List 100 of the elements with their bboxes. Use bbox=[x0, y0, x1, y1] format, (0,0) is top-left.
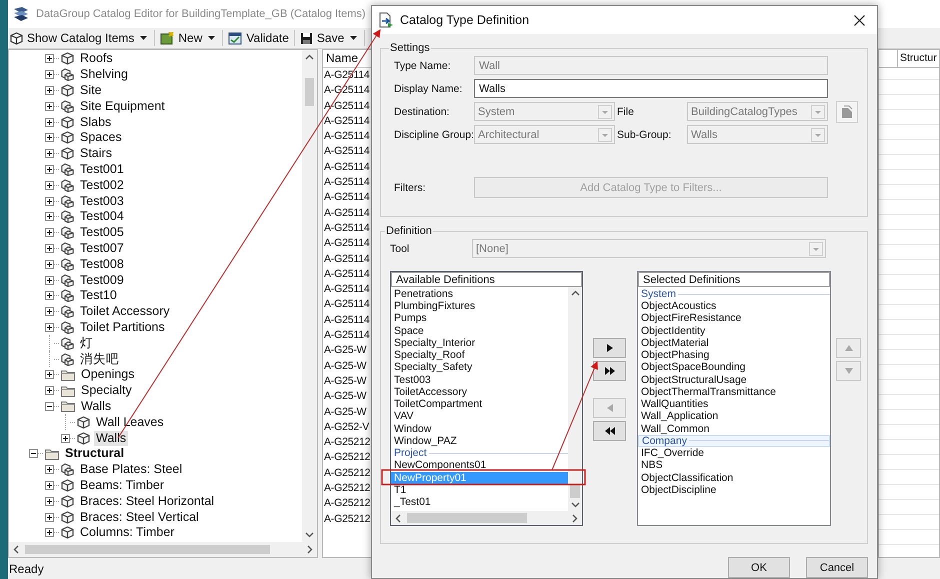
list-item[interactable]: T1 bbox=[391, 484, 568, 496]
list-item[interactable]: Wall_Common bbox=[638, 422, 830, 435]
expand-toggle[interactable] bbox=[45, 322, 54, 332]
tree-item[interactable]: Walls bbox=[94, 430, 128, 446]
expand-toggle[interactable] bbox=[45, 480, 54, 490]
horizontal-scrollbar[interactable] bbox=[391, 511, 582, 525]
list-item[interactable]: ObjectFireResistance bbox=[638, 312, 830, 325]
group-header[interactable]: System bbox=[638, 288, 830, 300]
tree-item[interactable]: Test009 bbox=[78, 272, 126, 288]
list-item[interactable]: WallQuantities bbox=[638, 398, 830, 410]
tree-item[interactable]: Columns: Timber bbox=[78, 525, 176, 540]
expand-toggle[interactable] bbox=[61, 434, 70, 443]
move-button[interactable] bbox=[593, 361, 626, 381]
close-icon[interactable] bbox=[854, 14, 865, 26]
group-header[interactable]: Company bbox=[638, 434, 830, 448]
vertical-scrollbar[interactable] bbox=[302, 50, 317, 542]
list-item[interactable]: ObjectDiscipline bbox=[638, 484, 830, 496]
dialog-button[interactable]: OK bbox=[728, 557, 790, 578]
expand-toggle[interactable] bbox=[45, 102, 54, 111]
toolbar-button[interactable]: New bbox=[158, 29, 204, 47]
list-item[interactable]: NewComponents01 bbox=[391, 459, 568, 472]
horizontal-scrollbar[interactable] bbox=[9, 542, 317, 557]
tree-item[interactable]: Test004 bbox=[78, 209, 126, 224]
dialog-button[interactable]: Cancel bbox=[806, 557, 868, 578]
list-item[interactable]: Window_PAZ bbox=[391, 434, 568, 448]
list-item[interactable]: ObjectAcoustics bbox=[638, 300, 830, 312]
list-item[interactable]: Specialty_Roof bbox=[391, 349, 568, 362]
expand-toggle[interactable] bbox=[45, 244, 54, 253]
expand-toggle[interactable] bbox=[45, 54, 54, 64]
tree-item[interactable]: Openings bbox=[79, 367, 137, 382]
list-item[interactable]: VAV bbox=[391, 410, 568, 423]
expand-toggle[interactable] bbox=[45, 149, 54, 158]
list-item[interactable]: NBS bbox=[638, 459, 830, 472]
expand-toggle[interactable] bbox=[45, 164, 54, 174]
toolbar-button[interactable]: Save bbox=[298, 29, 346, 47]
tree-item[interactable]: Specialty bbox=[79, 383, 134, 398]
expand-toggle[interactable] bbox=[45, 307, 54, 316]
tree-item[interactable]: Site bbox=[78, 82, 104, 98]
list-item[interactable]: ObjectStructuralUsage bbox=[638, 374, 830, 386]
vertical-scrollbar[interactable] bbox=[568, 287, 582, 511]
list-item[interactable]: ToiletAccessory bbox=[391, 386, 568, 398]
list-item[interactable]: ObjectClassification bbox=[638, 472, 830, 484]
expand-toggle[interactable] bbox=[45, 133, 54, 142]
list-item[interactable]: ObjectSpaceBounding bbox=[638, 361, 830, 374]
list-item[interactable]: ToiletCompartment bbox=[391, 398, 568, 410]
expand-toggle[interactable] bbox=[45, 212, 54, 222]
collapse-toggle[interactable] bbox=[45, 402, 54, 411]
expand-toggle[interactable] bbox=[45, 276, 54, 285]
list-item[interactable]: PlumbingFixtures bbox=[391, 300, 568, 312]
expand-toggle[interactable] bbox=[45, 196, 54, 206]
expand-toggle[interactable] bbox=[45, 528, 54, 538]
tree-item[interactable]: Structural bbox=[63, 446, 126, 462]
tree-item[interactable]: 灯 bbox=[78, 336, 95, 351]
expand-toggle[interactable] bbox=[45, 70, 54, 80]
expand-toggle[interactable] bbox=[45, 386, 54, 396]
column-header[interactable]: Structur bbox=[898, 50, 937, 67]
text-field[interactable]: Walls bbox=[474, 79, 828, 98]
scrollbar-thumb[interactable] bbox=[25, 545, 270, 554]
list-item[interactable]: ObjectThermalTransmittance bbox=[638, 386, 830, 398]
expand-toggle[interactable] bbox=[45, 291, 54, 300]
list-item[interactable]: ObjectPhasing bbox=[638, 349, 830, 362]
tree-item[interactable]: Test002 bbox=[78, 178, 126, 193]
tree-item[interactable]: Base Plates: Steel bbox=[78, 462, 184, 478]
tree-item[interactable]: Test10 bbox=[78, 288, 119, 304]
group-header[interactable]: Project bbox=[391, 447, 568, 460]
tree-item[interactable]: Beams: Timber bbox=[78, 478, 166, 493]
tree-item[interactable]: Test007 bbox=[78, 240, 126, 256]
move-button[interactable] bbox=[593, 421, 626, 441]
tree-item[interactable]: Test005 bbox=[78, 225, 126, 240]
tree-item[interactable]: Test003 bbox=[78, 194, 126, 209]
list-item[interactable]: ObjectIdentity bbox=[638, 324, 830, 337]
list-item[interactable]: Pumps bbox=[391, 312, 568, 325]
tree-item[interactable]: Toilet Partitions bbox=[78, 320, 167, 335]
tree-item[interactable]: Stairs bbox=[78, 146, 114, 162]
list-item[interactable]: Specialty_Interior bbox=[391, 336, 568, 350]
scrollbar-thumb[interactable] bbox=[407, 513, 527, 523]
collapse-toggle[interactable] bbox=[29, 449, 38, 458]
tree-item[interactable]: Roofs bbox=[78, 51, 115, 66]
list-item[interactable]: Penetrations bbox=[391, 288, 568, 300]
list-item[interactable]: Specialty_Safety bbox=[391, 361, 568, 374]
expand-toggle[interactable] bbox=[45, 228, 54, 238]
list-item[interactable]: Window bbox=[391, 422, 568, 435]
toolbar-button[interactable]: Validate bbox=[226, 29, 291, 47]
tree-item[interactable]: Shelving bbox=[78, 67, 130, 82]
expand-toggle[interactable] bbox=[45, 180, 54, 190]
tree-item[interactable]: Walls bbox=[79, 398, 114, 414]
expand-toggle[interactable] bbox=[45, 118, 54, 127]
expand-toggle[interactable] bbox=[45, 260, 54, 269]
tree-item[interactable]: Slabs bbox=[78, 114, 114, 130]
tree-item[interactable]: Toilet Accessory bbox=[78, 304, 172, 320]
expand-toggle[interactable] bbox=[45, 86, 54, 95]
tree-item[interactable]: Test008 bbox=[78, 256, 126, 272]
tree-item[interactable]: Braces: Steel Horizontal bbox=[78, 494, 216, 509]
expand-toggle[interactable] bbox=[45, 370, 54, 380]
list-item[interactable]: IFC_Override bbox=[638, 447, 830, 460]
tree-item[interactable]: 消失吧 bbox=[78, 352, 121, 367]
scrollbar-thumb[interactable] bbox=[305, 78, 314, 106]
expand-toggle[interactable] bbox=[45, 496, 54, 506]
tree-item[interactable]: Site Equipment bbox=[78, 98, 167, 114]
list-item[interactable]: Test003 bbox=[391, 374, 568, 386]
